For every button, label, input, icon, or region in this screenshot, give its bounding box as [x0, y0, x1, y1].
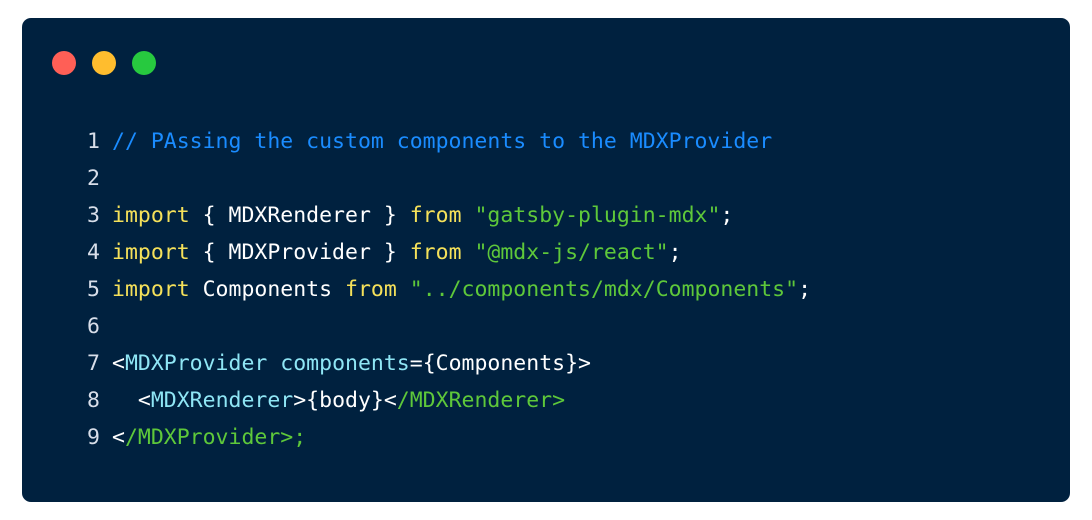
code-line: 9 </MDXProvider>;: [82, 419, 811, 456]
code-line: 5 import Components from "../components/m…: [82, 271, 811, 308]
code-token-keyword: import: [112, 203, 190, 228]
code-token-string: "gatsby-plugin-mdx": [474, 203, 721, 228]
code-token-keyword: from: [409, 203, 462, 228]
code-token-plain: <: [112, 388, 151, 413]
code-line: 4 import { MDXProvider } from "@mdx-js/re…: [82, 234, 811, 271]
line-source: import { MDXProvider } from "@mdx-js/rea…: [112, 234, 682, 271]
minimize-dot-icon[interactable]: [92, 51, 116, 75]
code-token-plain: >{body}<: [293, 388, 397, 413]
line-number: 5: [87, 277, 100, 302]
line-number: 3: [87, 203, 100, 228]
code-block[interactable]: 1 // PAssing the custom components to the…: [82, 123, 811, 456]
code-token-plain: { MDXProvider }: [189, 240, 410, 265]
line-number: 7: [87, 351, 100, 376]
line-number: 8: [87, 388, 100, 413]
line-number: 9: [87, 425, 100, 450]
code-token-plain: ={Components}>: [409, 351, 591, 376]
code-token-keyword: from: [409, 240, 462, 265]
line-source: import Components from "../components/md…: [112, 271, 811, 308]
code-token-plain: <: [112, 425, 125, 450]
code-line: 1 // PAssing the custom components to the…: [82, 123, 811, 160]
code-token-plain: ;: [668, 240, 682, 265]
code-token-plain: { MDXRenderer }: [189, 203, 410, 228]
code-line: 6: [82, 308, 811, 345]
line-number: 1: [87, 129, 100, 154]
line-number: 6: [87, 314, 100, 339]
code-token-string: "../components/mdx/Components": [409, 277, 799, 302]
line-number: 2: [87, 166, 100, 191]
code-token-keyword: import: [112, 277, 190, 302]
code-token-keyword: import: [112, 240, 190, 265]
line-source: <MDXRenderer>{body}</MDXRenderer>: [112, 382, 565, 419]
code-line: 8 <MDXRenderer>{body}</MDXRenderer>: [82, 382, 811, 419]
code-token-tagclose: /MDXRenderer>: [396, 388, 566, 413]
code-line: 2: [82, 160, 811, 197]
code-line: 3 import { MDXRenderer } from "gatsby-plu…: [82, 197, 811, 234]
code-token-comment: // PAssing the custom components to the …: [112, 129, 773, 154]
line-number: 4: [87, 240, 100, 265]
code-token-tag: MDXRenderer: [150, 388, 294, 413]
line-source: import { MDXRenderer } from "gatsby-plug…: [112, 197, 733, 234]
code-token-plain: Components: [189, 277, 346, 302]
maximize-dot-icon[interactable]: [132, 51, 156, 75]
code-token-string: "@mdx-js/react": [474, 240, 669, 265]
code-token-tag: components: [280, 351, 410, 376]
line-source: // PAssing the custom components to the …: [112, 123, 772, 160]
code-token-plain: ;: [720, 203, 734, 228]
window-controls: [52, 51, 156, 75]
code-token-tagclose: /MDXProvider>;: [124, 425, 307, 450]
line-source: <MDXProvider components={Components}>: [112, 345, 591, 382]
code-token-plain: ;: [798, 277, 812, 302]
code-token-plain: <: [112, 351, 125, 376]
code-line: 7 <MDXProvider components={Components}>: [82, 345, 811, 382]
line-source: </MDXProvider>;: [112, 419, 306, 456]
code-token-keyword: from: [345, 277, 397, 302]
code-token-tag: MDXProvider: [124, 351, 268, 376]
code-window: 1 // PAssing the custom components to the…: [22, 18, 1070, 502]
close-dot-icon[interactable]: [52, 51, 76, 75]
